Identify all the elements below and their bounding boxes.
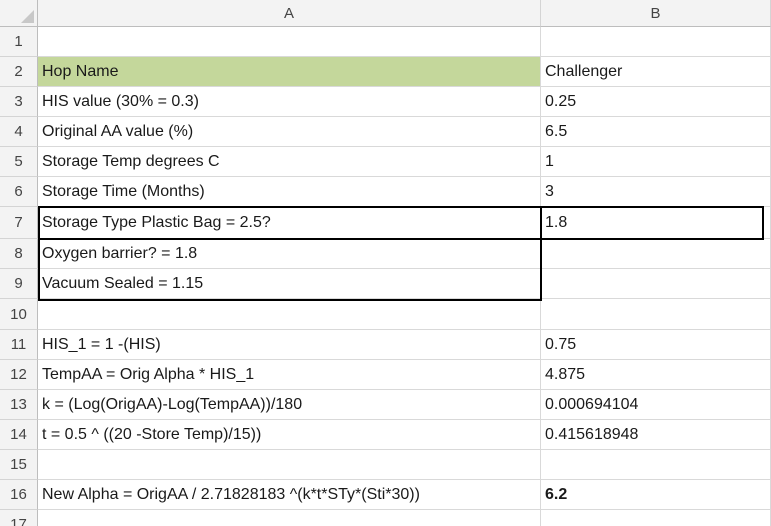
select-all-triangle-icon (21, 10, 34, 23)
row-header[interactable]: 9 (0, 269, 38, 299)
cell-b[interactable] (541, 269, 771, 299)
cell-a[interactable]: Vacuum Sealed = 1.15 (38, 269, 541, 299)
cell-a[interactable] (38, 450, 541, 480)
column-header-a[interactable]: A (38, 0, 541, 27)
cell-b[interactable]: Challenger (541, 57, 771, 87)
cell-a[interactable]: Storage Type Plastic Bag = 2.5? (38, 207, 541, 239)
cell-a[interactable]: Hop Name (38, 57, 541, 87)
row-header[interactable]: 17 (0, 510, 38, 526)
cell-b[interactable]: 0.000694104 (541, 390, 771, 420)
cell-b[interactable] (541, 27, 771, 57)
row-header[interactable]: 5 (0, 147, 38, 177)
cell-b[interactable]: 6.5 (541, 117, 771, 147)
row-header[interactable]: 6 (0, 177, 38, 207)
cell-a[interactable]: Oxygen barrier? = 1.8 (38, 239, 541, 269)
row-header[interactable]: 11 (0, 330, 38, 360)
row-header[interactable]: 10 (0, 299, 38, 330)
row-header[interactable]: 2 (0, 57, 38, 87)
row-header[interactable]: 7 (0, 207, 38, 239)
cell-b[interactable]: 3 (541, 177, 771, 207)
cell-a[interactable]: Storage Time (Months) (38, 177, 541, 207)
cell-b[interactable] (541, 299, 771, 330)
row-header[interactable]: 1 (0, 27, 38, 57)
cell-b[interactable] (541, 239, 771, 269)
cell-a[interactable]: Storage Temp degrees C (38, 147, 541, 177)
cell-b[interactable]: 4.875 (541, 360, 771, 390)
cell-a[interactable] (38, 299, 541, 330)
cell-b[interactable]: 1.8 (541, 207, 771, 239)
cell-b[interactable]: 1 (541, 147, 771, 177)
cell-b[interactable] (541, 510, 771, 526)
row-header[interactable]: 3 (0, 87, 38, 117)
row-header[interactable]: 16 (0, 480, 38, 510)
cell-a[interactable] (38, 510, 541, 526)
row-header[interactable]: 4 (0, 117, 38, 147)
cell-a[interactable]: Original AA value (%) (38, 117, 541, 147)
cell-a[interactable] (38, 27, 541, 57)
row-header[interactable]: 15 (0, 450, 38, 480)
cell-b[interactable]: 0.75 (541, 330, 771, 360)
cell-b[interactable]: 6.2 (541, 480, 771, 510)
cell-a[interactable]: k = (Log(OrigAA)-Log(TempAA))/180 (38, 390, 541, 420)
spreadsheet: A B 1 2 Hop Name Challenger 3 HIS value (30% … (0, 0, 771, 526)
row-header[interactable]: 8 (0, 239, 38, 269)
cell-a[interactable]: HIS value (30% = 0.3) (38, 87, 541, 117)
cell-b[interactable] (541, 450, 771, 480)
cell-a[interactable]: TempAA = Orig Alpha * HIS_1 (38, 360, 541, 390)
cell-a[interactable]: t = 0.5 ^ ((20 -Store Temp)/15)) (38, 420, 541, 450)
row-header[interactable]: 13 (0, 390, 38, 420)
row-header[interactable]: 12 (0, 360, 38, 390)
cell-a[interactable]: New Alpha = OrigAA / 2.71828183 ^(k*t*ST… (38, 480, 541, 510)
cell-a[interactable]: HIS_1 = 1 -(HIS) (38, 330, 541, 360)
cell-b[interactable]: 0.415618948 (541, 420, 771, 450)
cell-b[interactable]: 0.25 (541, 87, 771, 117)
column-header-b[interactable]: B (541, 0, 771, 27)
row-header[interactable]: 14 (0, 420, 38, 450)
select-all-corner[interactable] (0, 0, 38, 27)
